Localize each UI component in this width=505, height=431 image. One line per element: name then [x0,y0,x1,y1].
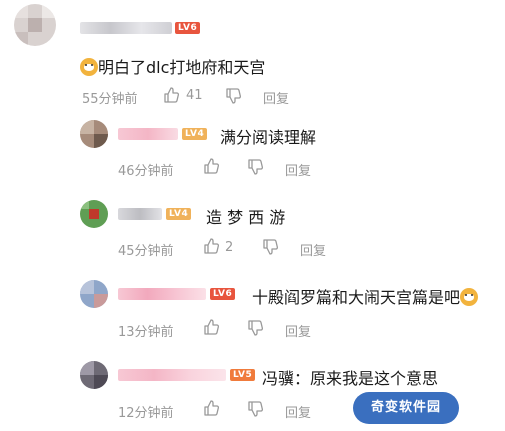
avatar[interactable] [80,200,108,228]
like-count: 2 [225,240,234,255]
avatar[interactable] [80,120,108,148]
comment-time: 13分钟前 [118,325,174,340]
comment-text: 明白了dlc打地府和天宫 [80,54,265,78]
thumbs-down-icon[interactable] [225,88,241,104]
thumbs-down-icon[interactable] [247,401,263,417]
thumbs-up-icon[interactable] [203,319,219,335]
reply-button[interactable]: 回复 [285,402,311,421]
avatar[interactable] [80,361,108,389]
level-badge: LV4 [166,208,192,220]
avatar[interactable] [80,280,108,308]
username[interactable] [118,128,178,140]
reply-button[interactable]: 回复 [300,240,326,259]
level-badge: LV4 [182,128,208,140]
reply-button[interactable]: 回复 [263,88,289,107]
comment-time: 55分钟前 [82,92,138,107]
comment-text: 造 梦 西 游 [206,208,286,227]
level-badge: LV5 [230,369,256,381]
level-badge: LV6 [210,288,236,300]
username[interactable] [118,369,226,381]
comment-time: 46分钟前 [118,164,174,179]
avatar[interactable] [14,4,56,46]
thumbs-up-icon[interactable] [163,87,179,103]
reply-button[interactable]: 回复 [285,321,311,340]
thumbs-down-icon[interactable] [247,320,263,336]
username[interactable] [80,22,172,34]
thumbs-down-icon[interactable] [262,239,278,255]
comment-text: 十殿阎罗篇和大闹天宫篇是吧 [252,284,479,308]
thumbs-up-icon[interactable] [203,400,219,416]
comment-text: 冯骥：原来我是这个意思 [262,369,439,388]
thumbs-down-icon[interactable] [247,159,263,175]
comment-time: 12分钟前 [118,406,174,421]
like-count: 41 [186,88,203,103]
comment-time: 45分钟前 [118,244,174,259]
reply-button[interactable]: 回复 [285,160,311,179]
thumbs-up-icon[interactable] [203,238,219,254]
doge-emoji-icon [460,288,479,306]
comment-text: 满分阅读理解 [220,128,317,147]
thumbs-up-icon[interactable] [203,158,219,174]
watermark-logo: 奇变软件园 [353,392,459,424]
username[interactable] [118,288,206,300]
doge-emoji-icon [80,58,98,76]
level-badge: LV6 [175,22,201,34]
username[interactable] [118,208,162,220]
